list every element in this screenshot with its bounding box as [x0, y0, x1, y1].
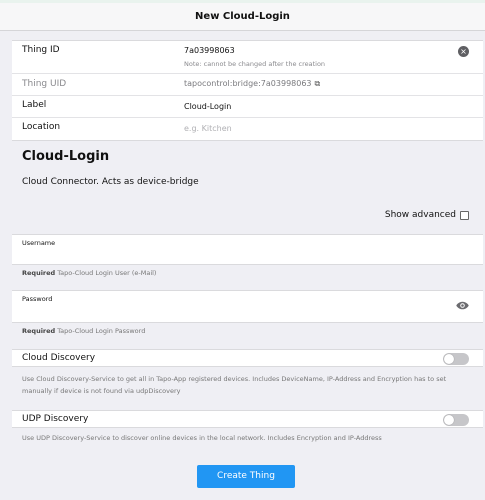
label-label: Label — [22, 100, 47, 110]
udp-discovery-row: UDP Discovery — [12, 410, 483, 428]
password-hint: Required Tapo-Cloud Login Password — [22, 327, 145, 335]
udp-discovery-knob — [444, 415, 454, 425]
cloud-discovery-switch[interactable] — [443, 353, 469, 365]
thing-properties-card: Thing ID 7a03998063 Note: cannot be chan… — [12, 40, 483, 141]
udp-discovery-description: Use UDP Discovery-Service to discover on… — [22, 434, 382, 442]
clear-icon[interactable]: × — [458, 46, 469, 57]
cloud-discovery-knob — [444, 354, 454, 364]
username-field[interactable]: Username — [12, 234, 483, 265]
thing-uid-value: tapocontrol:bridge:7a03998063 — [184, 79, 312, 88]
copy-icon[interactable]: ⧉ — [315, 79, 321, 89]
show-advanced-toggle[interactable]: Show advanced — [385, 210, 469, 220]
thing-id-note: Note: cannot be changed after the creati… — [184, 60, 326, 68]
thing-uid-value-wrap: tapocontrol:bridge:7a03998063 ⧉ — [184, 79, 320, 89]
username-label: Username — [22, 239, 56, 247]
create-thing-button[interactable]: Create Thing — [197, 465, 295, 488]
location-input[interactable]: e.g. Kitchen — [184, 124, 232, 133]
username-required: Required — [22, 269, 56, 277]
username-hint-text: Tapo-Cloud Login User (e-Mail) — [57, 269, 157, 277]
cloud-discovery-row: Cloud Discovery — [12, 349, 483, 367]
thing-id-label: Thing ID — [22, 45, 60, 55]
page-title: New Cloud-Login — [195, 11, 290, 22]
show-advanced-checkbox[interactable] — [460, 210, 469, 220]
eye-icon[interactable] — [456, 301, 469, 310]
label-row: Label Cloud-Login — [12, 96, 483, 118]
password-field[interactable]: Password — [12, 290, 483, 323]
show-advanced-label: Show advanced — [384, 210, 456, 220]
thing-id-row: Thing ID 7a03998063 Note: cannot be chan… — [12, 41, 483, 74]
username-hint: Required Tapo-Cloud Login User (e-Mail) — [22, 269, 156, 277]
udp-discovery-label: UDP Discovery — [22, 414, 89, 424]
thing-uid-row: Thing UID tapocontrol:bridge:7a03998063 ⧉ — [12, 74, 483, 96]
password-required: Required — [22, 327, 56, 335]
udp-discovery-switch[interactable] — [443, 414, 469, 426]
password-label: Password — [22, 295, 53, 303]
label-input[interactable]: Cloud-Login — [184, 102, 231, 111]
location-row: Location e.g. Kitchen — [12, 118, 483, 140]
section-description: Cloud Connector. Acts as device-bridge — [22, 177, 199, 187]
navbar: New Cloud-Login — [0, 3, 485, 31]
cloud-discovery-description: Use Cloud Discovery-Service to get all i… — [22, 375, 447, 395]
section-title: Cloud-Login — [22, 149, 110, 164]
thing-id-value[interactable]: 7a03998063 — [184, 46, 235, 55]
password-hint-text: Tapo-Cloud Login Password — [57, 327, 146, 335]
cloud-discovery-label: Cloud Discovery — [22, 353, 96, 363]
location-label: Location — [22, 122, 61, 132]
thing-uid-label: Thing UID — [22, 79, 67, 89]
